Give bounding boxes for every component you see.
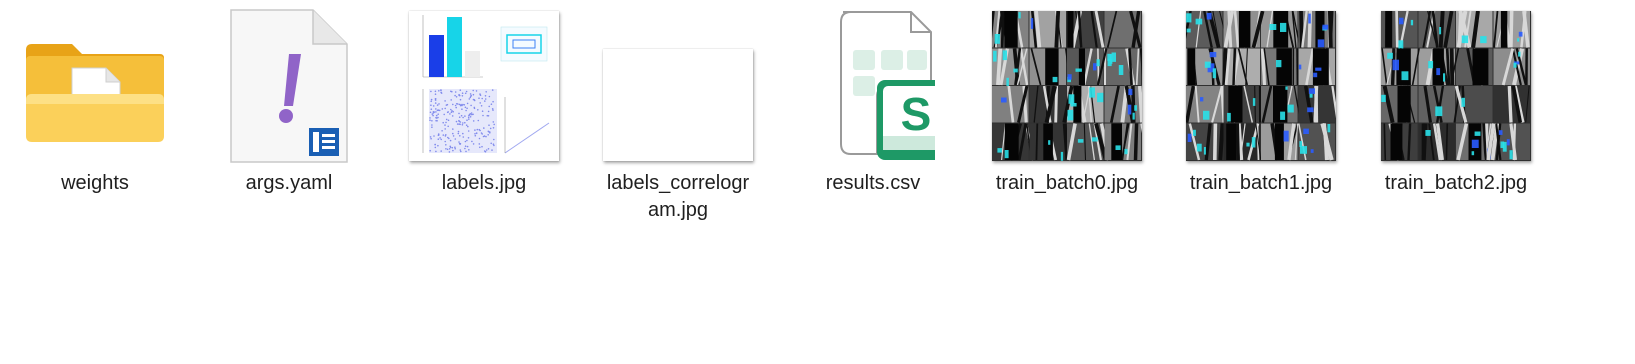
file-label: labels_correlogram.jpg — [606, 172, 750, 221]
file-label: labels.jpg — [441, 172, 527, 194]
train-batch-thumbnail — [1186, 11, 1336, 161]
folder-icon — [5, 8, 185, 164]
train-batch-thumbnail — [992, 11, 1142, 161]
spreadsheet-file-icon: S — [783, 8, 963, 164]
file-label: weights — [61, 172, 129, 194]
svg-text:S: S — [901, 88, 932, 140]
labels-thumbnail — [409, 11, 559, 161]
train-batch-thumbnail — [1381, 11, 1531, 161]
file-label: train_batch0.jpg — [995, 172, 1139, 194]
yaml-file-icon — [199, 8, 379, 164]
file-label: train_batch1.jpg — [1189, 172, 1333, 194]
file-label: args.yaml — [245, 172, 333, 194]
blank-image-thumbnail — [603, 49, 753, 161]
file-label: results.csv — [825, 172, 921, 194]
file-label: train_batch2.jpg — [1384, 172, 1528, 194]
